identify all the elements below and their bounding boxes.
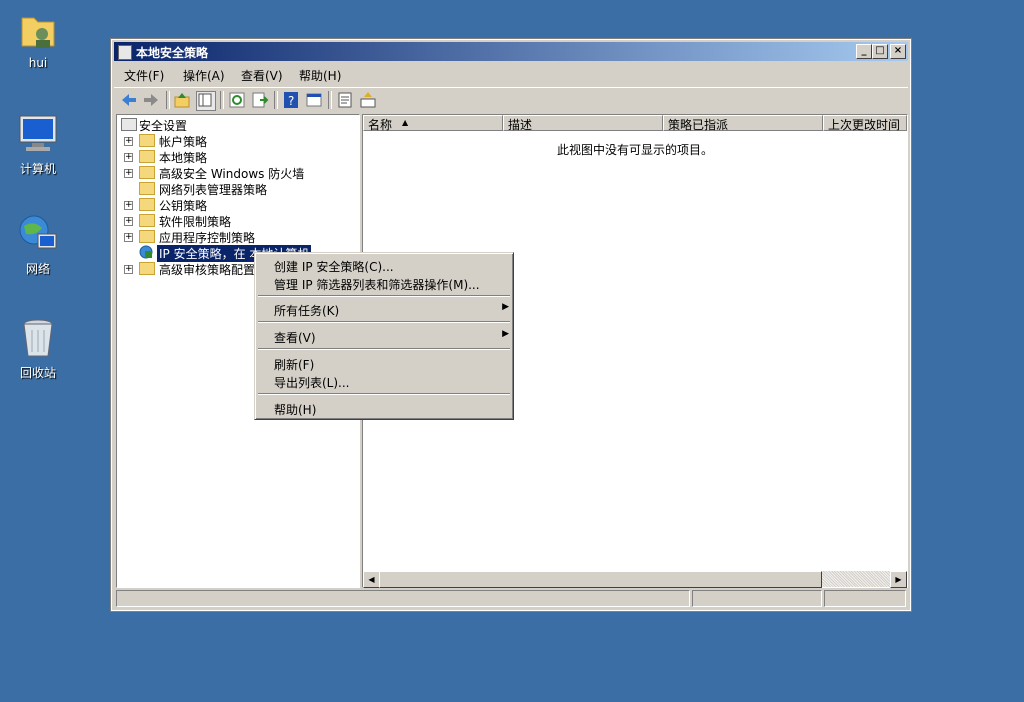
network-icon — [16, 212, 60, 256]
tree-item-label: 软件限制策略 — [159, 215, 232, 229]
menu-item-all-tasks[interactable]: 所有任务(K) ▶ — [274, 302, 509, 319]
scroll-right-icon[interactable]: ▶ — [890, 571, 907, 588]
context-menu: 创建 IP 安全策略(C)... 管理 IP 筛选器列表和筛选器操作(M)...… — [254, 252, 514, 420]
desktop-icon-hui[interactable]: hui — [3, 8, 73, 70]
menu-separator — [258, 348, 510, 350]
up-icon[interactable] — [173, 91, 191, 109]
expand-icon[interactable]: + — [124, 137, 133, 146]
expand-icon[interactable]: + — [124, 217, 133, 226]
lock-folder-icon — [139, 150, 155, 163]
desktop-icon-label: 回收站 — [19, 366, 56, 380]
desktop-icon-recycle-bin[interactable]: 回收站 — [3, 316, 73, 381]
folder-icon — [139, 262, 155, 275]
scroll-left-icon[interactable]: ◀ — [363, 571, 380, 588]
folder-icon — [139, 198, 155, 211]
menu-item-export-list[interactable]: 导出列表(L)... — [274, 374, 350, 391]
menu-item-help[interactable]: 帮助(H) — [274, 401, 316, 418]
menu-separator — [258, 393, 510, 395]
menu-item-label: 所有任务(K) — [274, 304, 340, 318]
back-icon[interactable] — [120, 91, 138, 109]
menu-item-view[interactable]: 查看(V) ▶ — [274, 329, 509, 346]
properties-icon[interactable] — [305, 91, 323, 109]
horizontal-scrollbar[interactable]: ◀ ▶ — [363, 571, 907, 588]
desktop-icon-computer[interactable]: 计算机 — [3, 112, 73, 177]
toolbar-separator — [220, 91, 224, 109]
toolbar-separator — [328, 91, 332, 109]
ip-security-icon — [139, 245, 153, 259]
tree-item-label: 公钥策略 — [159, 199, 208, 213]
folder-icon — [139, 166, 155, 179]
recycle-bin-icon — [16, 316, 60, 360]
user-folder-icon — [16, 8, 60, 52]
expand-icon[interactable]: + — [124, 169, 133, 178]
menu-item-manage-ip-filters[interactable]: 管理 IP 筛选器列表和筛选器操作(M)... — [274, 276, 480, 293]
svg-text:?: ? — [288, 94, 294, 108]
refresh-icon[interactable] — [228, 91, 246, 109]
maximize-button[interactable]: □ — [872, 44, 888, 59]
tree-item-label: 高级审核策略配置 — [159, 263, 256, 277]
menu-separator — [258, 295, 510, 297]
expand-icon[interactable]: + — [124, 201, 133, 210]
submenu-arrow-icon: ▶ — [502, 329, 509, 339]
toolbar: ? — [114, 87, 908, 112]
export-list-icon[interactable] — [251, 91, 269, 109]
menu-action[interactable]: 操作(A) — [183, 67, 225, 84]
menu-file[interactable]: 文件(F) — [124, 67, 164, 84]
manage-filters-icon[interactable] — [359, 91, 377, 109]
help-icon[interactable]: ? — [282, 91, 300, 109]
tree-item-label: 安全设置 — [139, 119, 188, 133]
tree-item-label: 网络列表管理器策略 — [159, 183, 268, 197]
window-title: 本地安全策略 — [136, 46, 209, 60]
tree-item-label: 高级安全 Windows 防火墙 — [159, 167, 305, 181]
column-header-name[interactable]: 名称 ▲ — [363, 115, 503, 132]
menu-separator — [258, 321, 510, 323]
status-bar — [114, 588, 908, 608]
close-button[interactable]: × — [890, 44, 906, 59]
desktop-icon-label: hui — [28, 56, 48, 70]
menu-item-refresh[interactable]: 刷新(F) — [274, 356, 314, 373]
policy-app-icon — [118, 45, 132, 60]
status-cell — [692, 590, 822, 607]
column-header-policy-assigned[interactable]: 策略已指派 — [663, 115, 823, 132]
new-policy-icon[interactable] — [336, 91, 354, 109]
tree-item-label: 应用程序控制策略 — [159, 231, 256, 245]
toolbar-separator — [274, 91, 278, 109]
column-header-label: 名称 — [368, 118, 393, 132]
expand-icon[interactable]: + — [124, 233, 133, 242]
desktop-icon-label: 计算机 — [19, 162, 56, 176]
title-bar[interactable]: 本地安全策略 _ □ × — [114, 42, 908, 61]
menu-item-label: 查看(V) — [274, 331, 316, 345]
desktop-icon-network[interactable]: 网络 — [3, 212, 73, 277]
show-hide-tree-icon[interactable] — [196, 91, 216, 111]
menu-item-create-ip-policy[interactable]: 创建 IP 安全策略(C)... — [274, 258, 394, 275]
toolbar-separator — [166, 91, 170, 109]
minimize-button[interactable]: _ — [856, 44, 872, 59]
desktop-icon-label: 网络 — [25, 262, 50, 276]
empty-view-message: 此视图中没有可显示的项目。 — [556, 143, 713, 157]
folder-icon — [139, 214, 155, 227]
menu-view[interactable]: 查看(V) — [241, 67, 283, 84]
security-settings-icon — [121, 118, 137, 131]
status-cell — [824, 590, 906, 607]
column-header-last-modified[interactable]: 上次更改时间 — [823, 115, 907, 132]
tree-item-label: 本地策略 — [159, 151, 208, 165]
expand-icon[interactable]: + — [124, 265, 133, 274]
status-cell — [116, 590, 690, 607]
computer-icon — [16, 112, 60, 156]
folder-icon — [139, 230, 155, 243]
menu-bar: 文件(F) 操作(A) 查看(V) 帮助(H) — [114, 63, 908, 85]
expand-icon[interactable]: + — [124, 153, 133, 162]
column-header-description[interactable]: 描述 — [503, 115, 663, 132]
folder-icon — [139, 182, 155, 195]
lock-folder-icon — [139, 134, 155, 147]
forward-icon[interactable] — [142, 91, 160, 109]
menu-help[interactable]: 帮助(H) — [299, 67, 341, 84]
sort-ascending-icon: ▲ — [402, 118, 409, 127]
scroll-thumb[interactable] — [379, 571, 822, 588]
tree-item-label: 帐户策略 — [159, 135, 208, 149]
submenu-arrow-icon: ▶ — [502, 302, 509, 312]
